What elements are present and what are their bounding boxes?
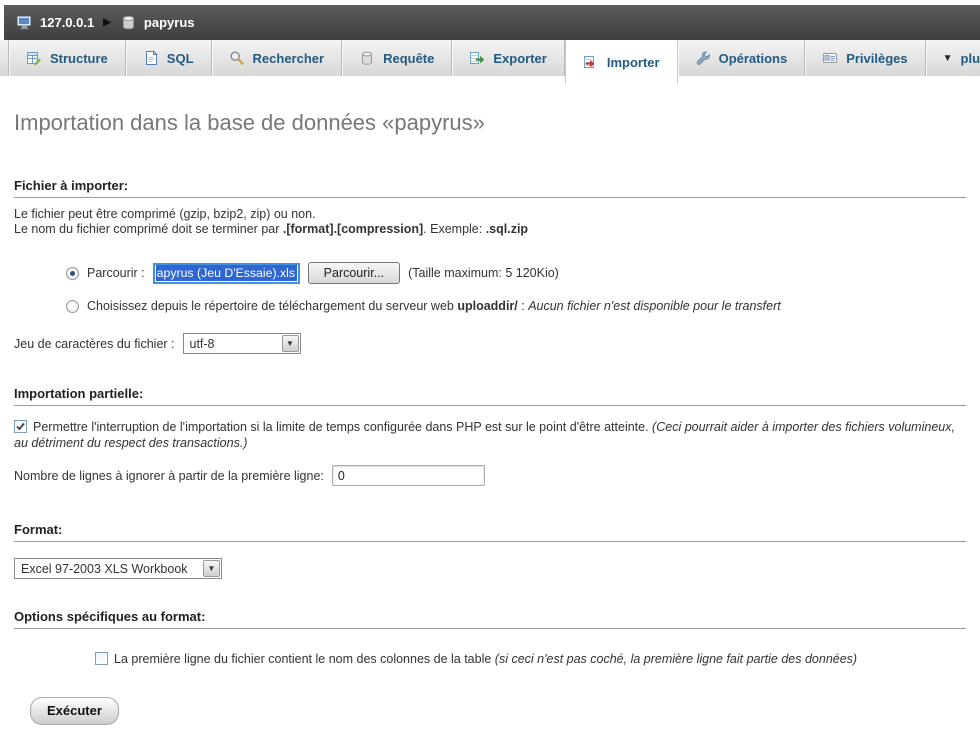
format-row: Excel 97-2003 XLS Workbook ▼ [14,558,966,579]
section-heading-format: Format: [14,522,966,542]
tab-label: Exporter [493,51,546,66]
section-heading-partial: Importation partielle: [14,386,966,406]
structure-icon [26,50,42,66]
chevron-down-icon: ▼ [943,53,953,64]
charset-select[interactable]: utf-8 ▼ [183,333,301,354]
interrupt-text: Permettre l'interruption de l'importatio… [33,420,652,434]
charset-label: Jeu de caractères du fichier : [14,337,175,351]
section-heading-format-options: Options spécifiques au format: [14,609,966,629]
breadcrumb-database[interactable]: papyrus [144,15,195,30]
tab-sql[interactable]: SQL [126,40,212,76]
upload-dir-text: Choisissez depuis le répertoire de téléc… [87,299,457,313]
query-database-icon [359,50,375,66]
dropdown-arrow-button[interactable]: ▼ [282,335,299,352]
tab-operations[interactable]: Opérations [678,40,806,76]
chevron-down-icon: ▼ [208,565,216,573]
first-line-option: La première ligne du fichier contient le… [95,651,966,667]
filename-note-mid: . Exemple: [423,222,486,236]
upload-dir-sep: : [518,299,528,313]
skip-lines-row: Nombre de lignes à ignorer à partir de l… [14,465,966,486]
wrench-icon [695,50,711,66]
file-input-value: apyrus (Jeu D'Essaie).xls [156,265,297,281]
tab-structure[interactable]: Structure [8,40,126,76]
charset-selected-value: utf-8 [190,337,215,351]
tab-search[interactable]: Rechercher [212,40,343,76]
charset-row: Jeu de caractères du fichier : utf-8 ▼ [14,333,966,354]
check-icon [15,421,26,432]
upload-dir-label: Choisissez depuis le répertoire de téléc… [87,299,781,313]
sql-icon [143,50,159,66]
upload-dir-name: uploaddir/ [457,299,517,313]
filename-note-prefix: Le nom du fichier comprimé doit se termi… [14,222,283,236]
server-breadcrumb-bar: 127.0.0.1 ▶ papyrus [4,5,980,40]
filename-pattern: .[format].[compression] [283,222,423,236]
tab-label: plus [961,51,980,66]
tab-label: Importer [607,55,660,70]
tab-query[interactable]: Requête [342,40,452,76]
tab-label: Structure [50,51,108,66]
tab-label: Rechercher [253,51,325,66]
tab-label: Privilèges [846,51,907,66]
first-line-note: (si ceci n'est pas coché, la première li… [495,652,857,666]
tab-privileges[interactable]: Privilèges [805,40,925,76]
upload-dir-note: Aucun fichier n'est disponible pour le t… [528,299,781,313]
page-title: Importation dans la base de données «pap… [14,110,966,136]
compression-note: Le fichier peut être comprimé (gzip, bzi… [14,207,966,236]
checkbox-first-line-columns[interactable] [95,652,108,665]
database-icon [120,14,137,31]
skip-lines-label: Nombre de lignes à ignorer à partir de l… [14,469,324,483]
import-icon [583,54,599,70]
filename-example: .sql.zip [486,222,528,236]
browse-button[interactable]: Parcourir... [308,262,400,284]
file-input[interactable]: apyrus (Jeu D'Essaie).xls [153,263,300,284]
checkbox-allow-interrupt[interactable] [14,420,27,433]
tab-more[interactable]: ▼ plus [926,40,980,76]
privileges-card-icon [822,50,838,66]
upload-file-row: Parcourir : apyrus (Jeu D'Essaie).xls Pa… [66,262,966,284]
interrupt-option: Permettre l'interruption de l'importatio… [14,419,966,451]
radio-upload-file[interactable] [66,267,79,280]
tab-label: Opérations [719,51,788,66]
skip-lines-input[interactable] [332,465,485,486]
execute-button[interactable]: Exécuter [30,697,119,725]
format-select[interactable]: Excel 97-2003 XLS Workbook ▼ [14,558,222,579]
compression-note-line1: Le fichier peut être comprimé (gzip, bzi… [14,207,316,221]
upload-dir-row: Choisissez depuis le répertoire de téléc… [66,299,966,313]
chevron-down-icon: ▼ [286,340,294,348]
tab-label: Requête [383,51,434,66]
radio-upload-dir[interactable] [66,300,79,313]
breadcrumb-arrow-icon: ▶ [103,17,111,28]
tab-import[interactable]: Importer [565,40,678,84]
search-icon [229,50,245,66]
database-tabs: Structure SQL Rechercher Requête [0,40,980,76]
first-line-text: La première ligne du fichier contient le… [114,652,495,666]
format-selected-value: Excel 97-2003 XLS Workbook [21,562,188,576]
tab-export[interactable]: Exporter [452,40,564,76]
section-heading-file: Fichier à importer: [14,178,966,198]
server-icon [16,14,33,31]
export-icon [469,50,485,66]
import-page: Importation dans la base de données «pap… [0,110,980,725]
tab-label: SQL [167,51,194,66]
dropdown-arrow-button[interactable]: ▼ [203,560,220,577]
breadcrumb-server[interactable]: 127.0.0.1 [40,15,94,30]
browse-label: Parcourir : [87,266,145,280]
max-size-note: (Taille maximum: 5 120Kio) [408,266,559,280]
